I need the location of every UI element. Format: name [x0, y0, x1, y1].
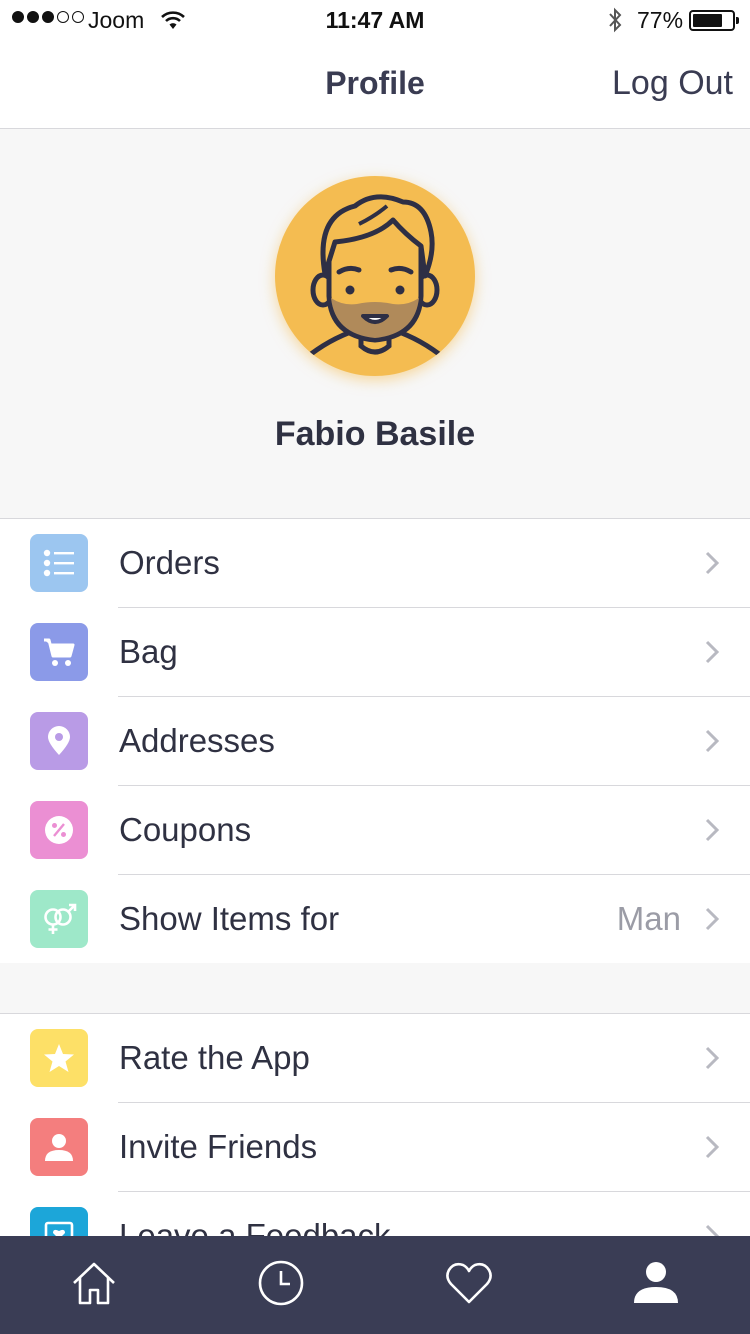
- cart-icon: [30, 623, 88, 681]
- tab-home[interactable]: [0, 1236, 188, 1334]
- menu-item-invite-friends[interactable]: Invite Friends: [0, 1103, 750, 1192]
- home-icon: [70, 1259, 118, 1312]
- tab-history[interactable]: [188, 1236, 376, 1334]
- menu-item-label: Coupons: [119, 811, 252, 848]
- chevron-right-icon: [704, 639, 720, 670]
- menu-item-label: Orders: [119, 544, 220, 581]
- navigation-bar: Profile Log Out: [0, 40, 750, 129]
- menu-item-label: Invite Friends: [119, 1128, 318, 1165]
- avatar[interactable]: [275, 176, 475, 376]
- gender-icon: [30, 890, 88, 948]
- chevron-right-icon: [704, 550, 720, 581]
- battery-icon: [689, 10, 739, 31]
- chevron-right-icon: [704, 1134, 720, 1165]
- menu-item-rate-the-app[interactable]: Rate the App: [0, 1014, 750, 1103]
- clock-icon: [257, 1259, 305, 1312]
- menu-item-addresses[interactable]: Addresses: [0, 697, 750, 786]
- profile-name: Fabio Basile: [274, 415, 476, 453]
- person-icon: [30, 1118, 88, 1176]
- chevron-right-icon: [704, 728, 720, 759]
- log-out-button[interactable]: Log Out: [612, 64, 733, 103]
- menu-item-label: Addresses: [119, 722, 275, 759]
- percent-icon: [30, 801, 88, 859]
- menu-item-bag[interactable]: Bag: [0, 608, 750, 697]
- chevron-right-icon: [704, 1045, 720, 1076]
- chevron-right-icon: [704, 817, 720, 848]
- bluetooth-icon: [606, 7, 624, 39]
- profile-icon: [632, 1259, 680, 1312]
- star-icon: [30, 1029, 88, 1087]
- profile-header: Fabio Basile: [0, 129, 750, 519]
- tab-bar: [0, 1236, 750, 1334]
- status-bar: Joom 11:47 AM 77%: [0, 0, 750, 40]
- section-spacer: [0, 963, 750, 1014]
- battery-percent: 77%: [637, 7, 684, 33]
- profile-menu-primary: Orders Bag Addresses Coupons Show Items …: [0, 519, 750, 965]
- menu-item-label: Bag: [119, 633, 178, 670]
- location-pin-icon: [30, 712, 88, 770]
- heart-icon: [444, 1260, 494, 1311]
- chevron-right-icon: [704, 906, 720, 937]
- menu-item-label: Show Items for: [119, 900, 340, 937]
- menu-item-label: Rate the App: [119, 1039, 310, 1076]
- tab-profile[interactable]: [563, 1236, 750, 1334]
- tab-favorites[interactable]: [375, 1236, 563, 1334]
- menu-item-orders[interactable]: Orders: [0, 519, 750, 608]
- list-icon: [30, 534, 88, 592]
- menu-item-value: Man: [616, 900, 681, 937]
- menu-item-coupons[interactable]: Coupons: [0, 786, 750, 875]
- menu-item-show-items-for[interactable]: Show Items for Man: [0, 875, 750, 964]
- man-face-illustration: [308, 194, 442, 357]
